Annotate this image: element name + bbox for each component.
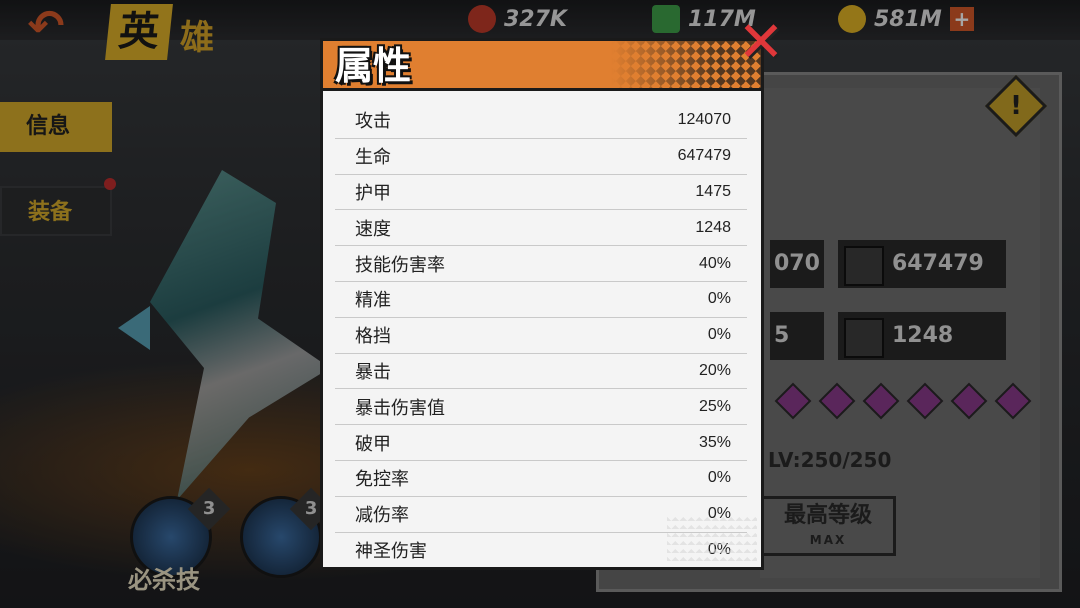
attribute-value: 20%: [698, 361, 731, 379]
attribute-name: 暴击伤害值: [355, 397, 445, 419]
attribute-value: 35%: [698, 433, 731, 451]
attribute-value: 1248: [695, 218, 731, 236]
attribute-row: 免控率 0%: [335, 461, 747, 497]
attribute-value: 1475: [695, 182, 731, 200]
attribute-row: 格挡 0%: [335, 318, 747, 354]
attribute-name: 免控率: [355, 469, 409, 491]
attribute-row: 护甲 1475: [335, 175, 747, 211]
attribute-row: 暴击 20%: [335, 354, 747, 390]
attribute-name: 护甲: [355, 182, 391, 204]
attribute-value: 0%: [707, 326, 731, 344]
attribute-value: 0%: [707, 290, 731, 308]
attribute-row: 技能伤害率 40%: [335, 246, 747, 282]
attribute-name: 破甲: [355, 433, 391, 455]
attribute-row: 精准 0%: [335, 282, 747, 318]
attribute-name: 神圣伤害: [355, 541, 427, 563]
attribute-row: 生命 647479: [335, 139, 747, 175]
attribute-value: 0%: [707, 469, 731, 487]
attribute-row: 攻击 124070: [335, 103, 747, 139]
attribute-name: 生命: [355, 147, 391, 169]
attribute-name: 攻击: [355, 111, 391, 133]
attribute-value: 647479: [677, 147, 731, 165]
attribute-value: 124070: [677, 111, 731, 129]
attribute-name: 速度: [355, 218, 391, 240]
attribute-list: 攻击 124070 生命 647479 护甲 1475 速度 1248 技能伤害率 40% 精准 0%…: [335, 103, 747, 568]
attributes-modal: 属性 攻击 124070 生命 647479 护甲 1475 速度 1248 技能伤害率 40% 精…: [320, 38, 764, 570]
close-x-icon[interactable]: ✕: [736, 15, 786, 71]
attribute-value: 40%: [698, 254, 731, 272]
attribute-name: 暴击: [355, 361, 391, 383]
modal-header: 属性: [323, 41, 761, 91]
attribute-name: 技能伤害率: [355, 254, 445, 276]
attribute-name: 精准: [355, 290, 391, 312]
pixel-decoration: [667, 513, 757, 563]
attribute-row: 速度 1248: [335, 210, 747, 247]
attribute-row: 破甲 35%: [335, 425, 747, 461]
attribute-value: 25%: [698, 397, 731, 415]
attribute-name: 减伤率: [355, 505, 409, 527]
attribute-name: 格挡: [355, 326, 391, 348]
modal-title: 属性: [335, 44, 412, 88]
attribute-row: 暴击伤害值 25%: [335, 389, 747, 426]
